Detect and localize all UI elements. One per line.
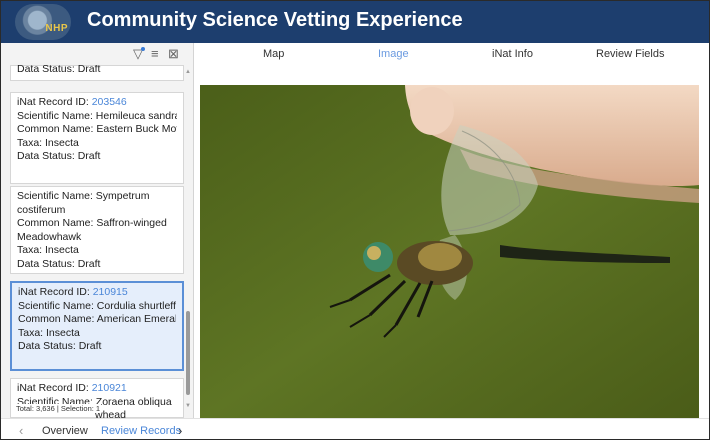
observation-photo (200, 85, 699, 420)
record-common-name-cont: Meadowhawk (17, 230, 82, 243)
record-taxa: Taxa: Insecta (18, 326, 80, 339)
scrollbar-thumb[interactable] (186, 311, 190, 395)
records-panel: ▽ ≡ ⊠ Data Status: Draft iNat Record ID:… (1, 43, 194, 418)
tab-map[interactable]: Map (263, 48, 284, 60)
records-scrollbar[interactable]: ▲ ▼ (185, 65, 191, 409)
record-common-name: Common Name: Saffron-winged (17, 217, 167, 229)
record-id-line: iNat Record ID: 210921 (17, 382, 127, 394)
scroll-down-arrow-icon[interactable]: ▼ (185, 403, 191, 409)
next-chevron-icon[interactable]: › (178, 423, 182, 438)
total-selection-count: Total: 3,636 | Selection: 1 (15, 404, 102, 413)
list-icon[interactable]: ≡ (151, 46, 159, 62)
tab-inat-info[interactable]: iNat Info (492, 48, 533, 60)
record-common-name: Common Name: American Emerald (18, 313, 176, 325)
tab-image[interactable]: Image (378, 48, 409, 60)
list-toolbar: ▽ ≡ ⊠ (1, 43, 194, 65)
content-tabs: Map Image iNat Info Review Fields (195, 43, 709, 67)
record-card-selected[interactable]: iNat Record ID: 210915 Scientific Name: … (10, 281, 184, 371)
record-scientific-name: Scientific Name: Sympetrum (17, 190, 150, 202)
tab-review-fields[interactable]: Review Fields (596, 48, 664, 60)
record-status: Data Status: Draft (17, 65, 101, 75)
app-title: Community Science Vetting Experience (87, 9, 463, 31)
record-scientific-name: Scientific Name: Cordulia shurtleffii (18, 299, 176, 312)
record-id-link[interactable]: 210915 (93, 286, 128, 298)
app-header: NHP Community Science Vetting Experience (1, 1, 709, 43)
nav-overview[interactable]: Overview (42, 425, 88, 437)
app-window: NHP Community Science Vetting Experience… (0, 0, 710, 440)
clear-selection-icon[interactable]: ⊠ (168, 46, 179, 62)
bottom-navigation: ‹ Overview Review Records › (1, 418, 709, 439)
record-card[interactable]: Scientific Name: Sympetrum costiferum Co… (10, 186, 184, 274)
record-id-link[interactable]: 210921 (92, 382, 127, 394)
record-id-link[interactable]: 203546 (92, 96, 127, 108)
record-card[interactable]: Data Status: Draft (10, 65, 184, 81)
nav-review-records[interactable]: Review Records (101, 425, 181, 437)
record-taxa: Taxa: Insecta (17, 136, 79, 149)
record-id-line: iNat Record ID: 203546 (17, 96, 127, 108)
record-id-line: iNat Record ID: 210915 (18, 286, 128, 298)
scroll-up-arrow-icon[interactable]: ▲ (185, 69, 191, 75)
record-common-name: Common Name: Eastern Buck Moth (17, 123, 177, 135)
record-taxa: Taxa: Insecta (17, 244, 79, 256)
record-card[interactable]: iNat Record ID: 203546 Scientific Name: … (10, 92, 184, 184)
nhp-logo: NHP (15, 4, 71, 40)
record-status: Data Status: Draft (17, 150, 101, 162)
records-list: Data Status: Draft iNat Record ID: 20354… (10, 65, 185, 418)
dragonfly-photo (200, 85, 699, 420)
record-status: Data Status: Draft (18, 340, 102, 352)
filter-active-indicator (141, 47, 145, 51)
logo-text: NHP (45, 23, 68, 34)
record-status: Data Status: Draft (17, 257, 101, 270)
previous-chevron-icon[interactable]: ‹ (19, 423, 23, 438)
record-scientific-name-cont: costiferum (17, 203, 66, 216)
record-scientific-name: Scientific Name: Hemileuca sandra (17, 109, 177, 122)
